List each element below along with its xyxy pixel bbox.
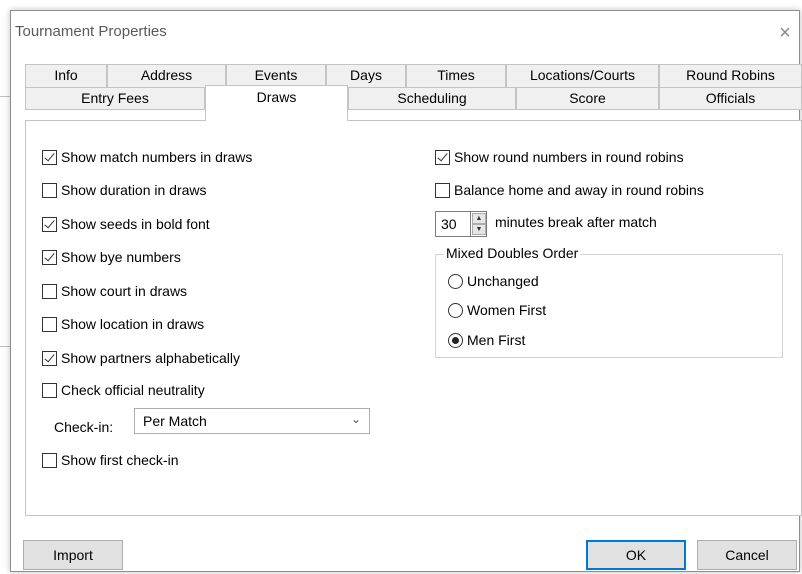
checkbox-label: Show round numbers in round robins [454, 149, 684, 165]
radio-men-first[interactable]: Men First [448, 329, 525, 351]
checkbox-label: Show first check-in [61, 452, 179, 468]
show-duration-checkbox[interactable]: Show duration in draws [42, 179, 207, 201]
show-bye-numbers-checkbox[interactable]: Show bye numbers [42, 246, 181, 268]
chevron-down-icon[interactable]: ⌄ [351, 412, 361, 426]
draws-panel: Show match numbers in draws Show duratio… [25, 120, 802, 516]
break-minutes-label: minutes break after match [495, 214, 657, 230]
checkin-select[interactable]: Per Match ⌄ [134, 408, 370, 434]
checkbox-box[interactable] [42, 249, 57, 265]
show-first-checkin-checkbox[interactable]: Show first check-in [42, 449, 178, 471]
show-partners-alphabetically-checkbox[interactable]: Show partners alphabetically [42, 347, 240, 369]
close-icon[interactable]: × [773, 21, 797, 45]
checkbox-label: Show bye numbers [61, 249, 181, 265]
tab-days[interactable]: Days [326, 64, 406, 87]
checkbox-box[interactable] [42, 216, 57, 232]
tab-strip: Info Address Events Days Times Locations… [25, 64, 802, 121]
checkin-select-value: Per Match [143, 413, 207, 429]
show-seeds-bold-checkbox[interactable]: Show seeds in bold font [42, 213, 210, 235]
tab-entry-fees[interactable]: Entry Fees [25, 87, 205, 110]
show-court-checkbox[interactable]: Show court in draws [42, 280, 187, 302]
tab-score[interactable]: Score [516, 87, 659, 110]
radio-circle[interactable] [448, 302, 463, 318]
ok-button[interactable]: OK [586, 540, 686, 570]
checkbox-label: Show duration in draws [61, 182, 207, 198]
checkbox-box[interactable] [435, 182, 450, 198]
show-location-checkbox[interactable]: Show location in draws [42, 313, 204, 335]
title-bar: Tournament Properties × [11, 11, 799, 45]
tab-round-robins[interactable]: Round Robins [659, 64, 802, 87]
group-title: Mixed Doubles Order [444, 245, 581, 261]
tab-times[interactable]: Times [406, 64, 506, 87]
radio-unchanged[interactable]: Unchanged [448, 270, 539, 292]
import-button[interactable]: Import [23, 540, 123, 570]
checkbox-box[interactable] [435, 149, 450, 165]
tournament-properties-dialog: Tournament Properties × Info Address Eve… [10, 10, 802, 572]
checkbox-box[interactable] [42, 182, 57, 198]
checkbox-label: Check official neutrality [61, 382, 205, 398]
checkbox-label: Show location in draws [61, 316, 205, 332]
spinner-down-icon[interactable]: ▼ [472, 224, 486, 235]
radio-women-first[interactable]: Women First [448, 299, 546, 321]
radio-label: Men First [467, 332, 526, 348]
checkin-label: Check-in: [54, 419, 114, 435]
checkbox-label: Balance home and away in round robins [454, 182, 704, 198]
balance-home-away-checkbox[interactable]: Balance home and away in round robins [435, 179, 704, 201]
radio-circle[interactable] [448, 332, 463, 348]
show-match-numbers-checkbox[interactable]: Show match numbers in draws [42, 146, 252, 168]
checkbox-label: Show seeds in bold font [61, 216, 210, 232]
checkbox-label: Show court in draws [61, 283, 188, 299]
checkbox-box[interactable] [42, 382, 57, 398]
checkbox-label: Show match numbers in draws [61, 149, 253, 165]
show-round-numbers-checkbox[interactable]: Show round numbers in round robins [435, 146, 684, 168]
radio-label: Women First [467, 302, 547, 318]
checkbox-box[interactable] [42, 149, 57, 165]
tab-draws[interactable]: Draws [205, 85, 348, 121]
checkbox-label: Show partners alphabetically [61, 350, 240, 366]
tab-locations-courts[interactable]: Locations/Courts [506, 64, 659, 87]
cancel-button[interactable]: Cancel [697, 540, 797, 570]
radio-label: Unchanged [467, 273, 539, 289]
tab-officials[interactable]: Officials [659, 87, 802, 110]
radio-circle[interactable] [448, 273, 463, 289]
tab-scheduling[interactable]: Scheduling [348, 87, 516, 110]
checkbox-box[interactable] [42, 283, 57, 299]
tab-info[interactable]: Info [25, 64, 107, 87]
checkbox-box[interactable] [42, 350, 57, 366]
mixed-doubles-order-group: Mixed Doubles Order Unchanged Women Firs… [435, 245, 783, 358]
dialog-title: Tournament Properties [15, 23, 167, 40]
spinner-up-icon[interactable]: ▲ [472, 213, 486, 224]
break-minutes-spinner: ▲ ▼ [471, 211, 487, 237]
tab-events[interactable]: Events [226, 64, 326, 87]
check-official-neutrality-checkbox[interactable]: Check official neutrality [42, 379, 205, 401]
checkbox-box[interactable] [42, 452, 57, 468]
tab-address[interactable]: Address [107, 64, 226, 87]
checkbox-box[interactable] [42, 316, 57, 332]
break-minutes-input[interactable]: 30 [435, 211, 471, 237]
